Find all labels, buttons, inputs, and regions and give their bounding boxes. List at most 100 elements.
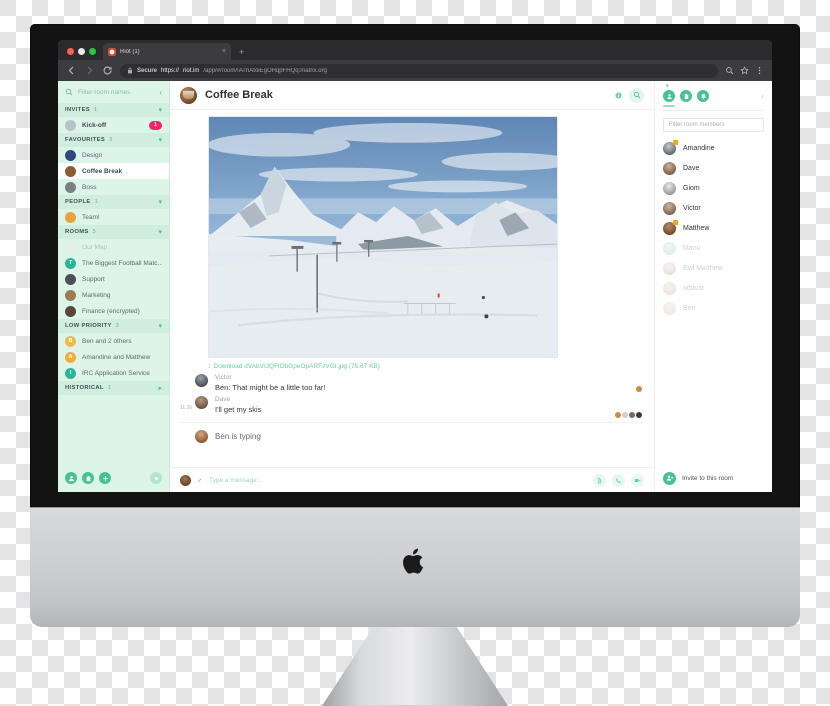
sidebar-item-irc-application-service[interactable]: I IRC Application Service — [58, 365, 169, 381]
section-label: PEOPLE — [65, 199, 91, 205]
download-attachment-link[interactable]: ↓ Download dVAbVIJQFlObGpeOpARFzVGI.jpg … — [208, 363, 644, 370]
apple-logo-icon — [403, 548, 424, 574]
sidebar-item-boss[interactable]: Boss — [58, 179, 169, 195]
chevron-icon[interactable]: ▾ — [158, 107, 162, 114]
minimize-window-button[interactable] — [78, 48, 85, 55]
sidebar-item-kick-off[interactable]: Kick-off 1 — [58, 117, 169, 133]
list-item[interactable]: Amandine — [655, 138, 772, 158]
video-call-icon[interactable] — [631, 473, 644, 487]
sidebar-item-coffee-break[interactable]: Coffee Break — [58, 163, 169, 179]
chevron-icon[interactable]: ▾ — [158, 229, 162, 236]
sidebar-item-label: Team! — [82, 213, 100, 221]
sidebar-item-marketing[interactable]: Marketing — [58, 287, 169, 303]
room-sections: INVITES 1 ▾ Kick-off 1 FAVOURITES 3 ▾ Design Coff… — [58, 103, 169, 395]
collapse-right-panel-icon[interactable]: ‹ — [761, 92, 764, 101]
list-item[interactable]: Victor — [655, 198, 772, 218]
settings-icon[interactable] — [150, 472, 162, 484]
tab-notifications[interactable] — [697, 90, 709, 102]
list-item[interactable]: Giom — [655, 178, 772, 198]
sidebar-item-amandine-and-matthew[interactable]: A Amandine and Matthew — [58, 349, 169, 365]
room-section-header[interactable]: LOW PRIORITY 3 ▾ — [58, 319, 169, 333]
extension-icon[interactable] — [725, 66, 734, 75]
tab-members[interactable]: 9 — [663, 83, 675, 107]
person-icon[interactable] — [65, 472, 77, 484]
message-body: Dave I'll get my skis — [215, 396, 644, 414]
avatar — [663, 241, 676, 255]
collapse-left-panel-icon[interactable]: ‹ — [159, 88, 162, 97]
chevron-icon[interactable]: ▾ — [158, 199, 162, 206]
section-count: 1 — [94, 199, 98, 205]
avatar — [65, 181, 76, 193]
left-bottom-actions — [58, 464, 169, 492]
member-filter-input[interactable]: Filter room members — [663, 118, 764, 132]
maximize-window-button[interactable] — [89, 48, 96, 55]
room-search-button[interactable] — [629, 87, 644, 103]
avatar: T — [65, 257, 76, 269]
voice-call-icon[interactable] — [612, 473, 625, 487]
avatar — [663, 261, 676, 275]
member-panel: 9 ‹ Filter room members Amandine Dave Gi… — [654, 81, 772, 492]
bookmark-star-icon[interactable] — [740, 66, 749, 75]
window-controls[interactable] — [65, 48, 103, 60]
omnibar-actions — [725, 66, 764, 75]
url-input[interactable]: Secure https:// riot.im /app/#/room/!ATh… — [120, 63, 718, 78]
member-name: Dave — [683, 164, 700, 172]
room-section-header[interactable]: INVITES 1 ▾ — [58, 103, 169, 117]
chevron-icon[interactable]: ▾ — [158, 323, 162, 330]
url-path: /app/#/room/!AThAtoiEgOHqpFHQq:matrix.or… — [203, 67, 327, 74]
list-item[interactable]: oddvar — [655, 278, 772, 298]
reload-icon[interactable] — [102, 65, 113, 76]
chevron-icon[interactable]: ▾ — [158, 137, 162, 144]
home-icon[interactable] — [82, 472, 94, 484]
avatar — [65, 119, 76, 131]
attachment-image[interactable] — [208, 116, 558, 358]
read-receipt-avatar — [629, 412, 635, 418]
back-icon[interactable] — [66, 65, 77, 76]
avatar — [65, 305, 76, 317]
room-section-header[interactable]: ROOMS 5 ▾ — [58, 225, 169, 239]
forward-icon[interactable] — [84, 65, 95, 76]
member-name: oddvar — [683, 284, 705, 292]
section-label: HISTORICAL — [65, 385, 104, 391]
riot-app: Filter room names ‹ INVITES 1 ▾ Kick-off 1 FA… — [58, 81, 772, 492]
info-icon[interactable] — [615, 91, 622, 99]
sidebar-item-ben-and-2-others[interactable]: B Ben and 2 others — [58, 333, 169, 349]
sidebar-item-the-biggest-football-matc[interactable]: T The Biggest Football Matc... — [58, 255, 169, 271]
sidebar-item-team[interactable]: Team! — [58, 209, 169, 225]
list-item[interactable]: Dave — [655, 158, 772, 178]
sidebar-item-label: Our Map — [82, 243, 108, 251]
message-composer[interactable]: Type a message... — [170, 467, 654, 492]
close-tab-icon[interactable]: × — [222, 48, 226, 55]
invite-to-room-button[interactable]: Invite to this room — [655, 464, 772, 492]
list-item[interactable]: Manu — [655, 238, 772, 258]
list-item[interactable]: Ben — [655, 298, 772, 318]
chrome-menu-icon[interactable] — [755, 66, 764, 75]
new-tab-button[interactable]: + — [239, 47, 244, 57]
room-filter-row[interactable]: Filter room names ‹ — [58, 81, 169, 103]
close-window-button[interactable] — [67, 48, 74, 55]
sidebar-item-design[interactable]: Design — [58, 147, 169, 163]
plus-icon[interactable] — [99, 472, 111, 484]
sidebar-item-our-map[interactable]: Our Map — [58, 239, 169, 255]
browser-tab-riot[interactable]: Riot (1) × — [103, 43, 231, 60]
section-label: LOW PRIORITY — [65, 323, 112, 329]
list-item[interactable]: Matthew — [655, 218, 772, 238]
list-item[interactable]: Evil Matthew — [655, 258, 772, 278]
screen-bezel: Riot (1) × + Secure https:// riot.im /ap… — [30, 24, 800, 507]
power-badge — [673, 139, 678, 145]
message-input-placeholder[interactable]: Type a message... — [209, 477, 587, 484]
member-name: Victor — [683, 204, 701, 212]
room-section-header[interactable]: HISTORICAL 1 ▸ — [58, 381, 169, 395]
attach-icon[interactable] — [593, 473, 606, 487]
avatar — [663, 139, 678, 155]
room-section-header[interactable]: FAVOURITES 3 ▾ — [58, 133, 169, 147]
chevron-icon[interactable]: ▸ — [158, 385, 162, 392]
avatar — [65, 289, 76, 301]
browser-omnibar: Secure https:// riot.im /app/#/room/!ATh… — [58, 60, 772, 81]
sidebar-item-label: Kick-off — [82, 121, 107, 129]
room-section-header[interactable]: PEOPLE 1 ▾ — [58, 195, 169, 209]
tab-files[interactable] — [680, 90, 692, 102]
sidebar-item-support[interactable]: Support — [58, 271, 169, 287]
sidebar-item-finance-encrypted[interactable]: Finance (encrypted) — [58, 303, 169, 319]
sidebar-item-label: Boss — [82, 183, 97, 191]
